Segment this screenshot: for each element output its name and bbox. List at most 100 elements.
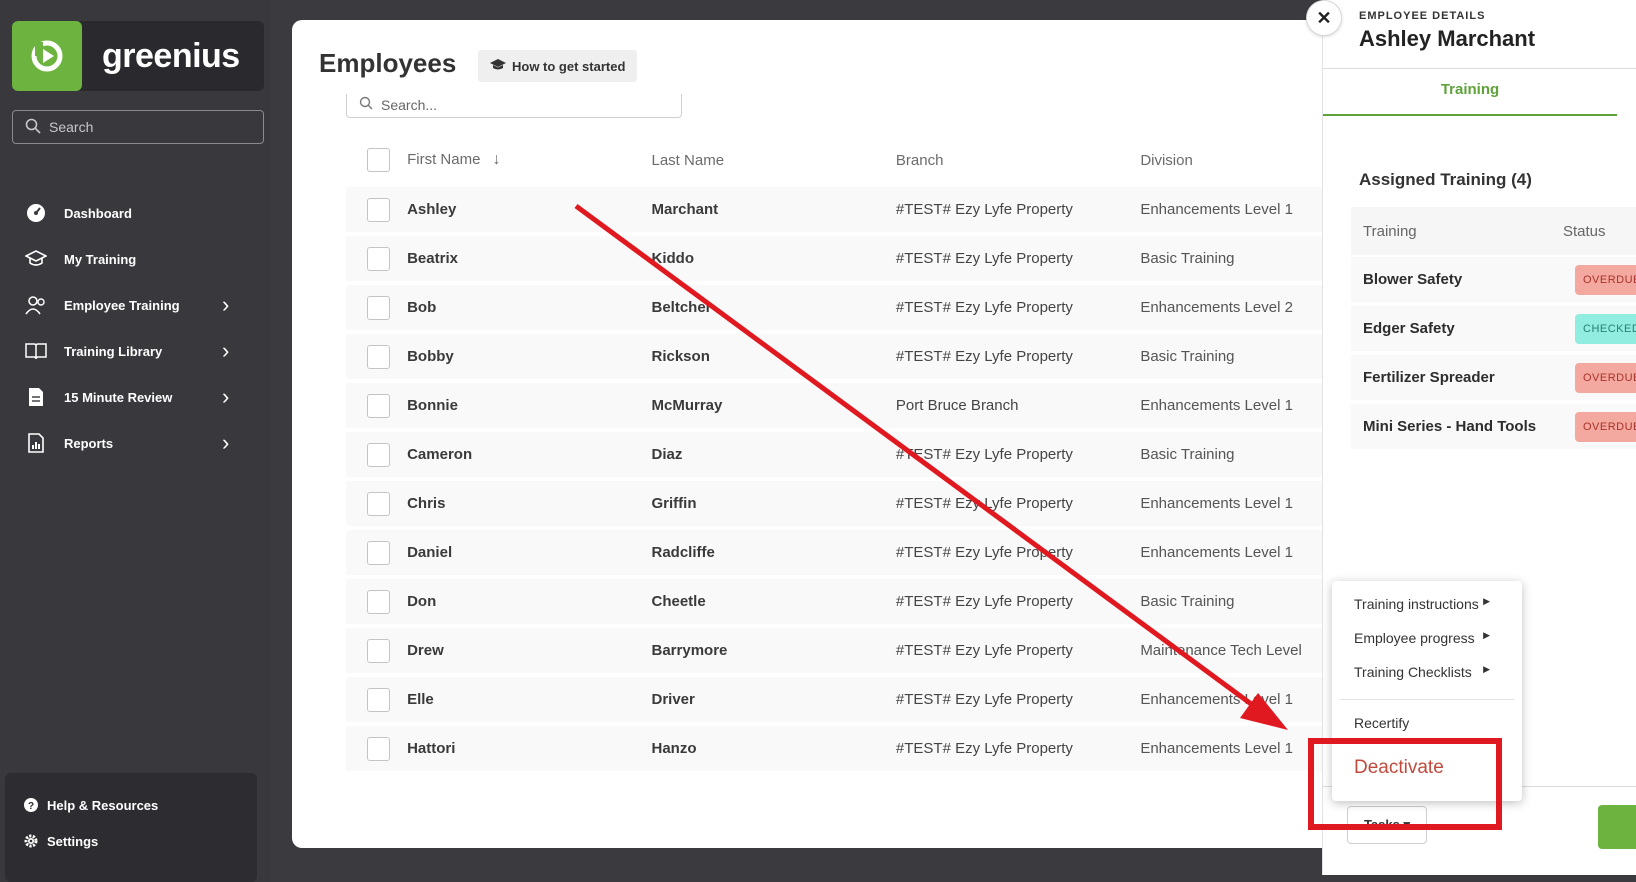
row-checkbox[interactable] — [367, 246, 391, 271]
table-row[interactable]: Ashley Marchant #TEST# Ezy Lyfe Property En… — [346, 187, 1332, 232]
menu-item-training-checklists[interactable]: Training Checklists ▶ — [1332, 655, 1522, 689]
sidebar-item-employee-training[interactable]: Employee Training › — [0, 282, 270, 328]
cell-division: Basic Training — [1140, 593, 1235, 610]
sidebar-item-15-minute-review[interactable]: 15 Minute Review › — [0, 374, 270, 420]
table-row[interactable]: Bobby Rickson #TEST# Ezy Lyfe Property Basi… — [346, 334, 1332, 379]
sidebar-item-training-library[interactable]: Training Library › — [0, 328, 270, 374]
employee-search-input[interactable]: Search... — [346, 94, 682, 118]
training-row[interactable]: Blower Safety OVERDUE — [1351, 257, 1636, 302]
how-to-get-started-label: How to get started — [512, 58, 626, 74]
cell-branch: #TEST# Ezy Lyfe Property — [895, 740, 1073, 757]
settings-link[interactable]: Settings — [5, 823, 257, 859]
table-row[interactable]: Drew Barrymore #TEST# Ezy Lyfe Property Mai… — [346, 628, 1332, 673]
select-all-checkbox[interactable] — [367, 148, 391, 172]
cell-last-name: Diaz — [651, 446, 683, 463]
menu-item-recertify[interactable]: Recertify — [1332, 706, 1522, 740]
cell-branch: #TEST# Ezy Lyfe Property — [895, 495, 1073, 512]
cell-last-name: McMurray — [651, 397, 723, 414]
column-header-training: Training — [1363, 222, 1417, 240]
logo-text: greenius — [102, 36, 240, 75]
row-checkbox[interactable] — [367, 540, 391, 565]
how-to-get-started-button[interactable]: How to get started — [478, 50, 638, 82]
caret-right-icon: ▶ — [1483, 596, 1490, 606]
sort-arrow-down-icon[interactable]: ↓ — [492, 151, 500, 168]
cell-first-name: Ashley — [407, 201, 457, 218]
row-checkbox[interactable] — [367, 638, 391, 663]
training-row[interactable]: Edger Safety CHECKED — [1351, 306, 1636, 351]
column-header-last-name[interactable]: Last Name — [652, 152, 896, 169]
cell-first-name: Chris — [407, 495, 446, 512]
table-row[interactable]: Elle Driver #TEST# Ezy Lyfe Property Enhanc… — [346, 677, 1332, 722]
close-panel-button[interactable]: ✕ — [1306, 0, 1342, 36]
logo-mark-icon — [12, 21, 82, 91]
help-resources-link[interactable]: ? Help & Resources — [5, 787, 257, 823]
cell-division: Basic Training — [1140, 446, 1235, 463]
table-row[interactable]: Bonnie McMurray Port Bruce Branch Enhanceme… — [346, 383, 1332, 428]
sidebar-item-label: Training Library — [64, 343, 163, 359]
cell-branch: #TEST# Ezy Lyfe Property — [895, 299, 1073, 316]
search-icon — [359, 96, 373, 113]
training-row[interactable]: Mini Series - Hand Tools OVERDUE — [1351, 404, 1636, 449]
cell-division: Enhancements Level 1 — [1140, 495, 1293, 512]
sidebar-item-reports[interactable]: Reports › — [0, 420, 270, 466]
table-row[interactable]: Don Cheetle #TEST# Ezy Lyfe Property Basic … — [346, 579, 1332, 624]
cell-branch: #TEST# Ezy Lyfe Property — [895, 201, 1073, 218]
row-checkbox[interactable] — [367, 197, 391, 222]
column-header-branch[interactable]: Branch — [896, 152, 1140, 169]
tab-training[interactable]: Training — [1323, 70, 1617, 116]
cell-branch: Port Bruce Branch — [895, 397, 1019, 414]
chevron-right-icon: › — [222, 292, 230, 317]
cell-division: Enhancements Level 2 — [1140, 299, 1293, 316]
chevron-right-icon: › — [222, 384, 230, 409]
menu-item-employee-progress[interactable]: Employee progress ▶ — [1332, 621, 1522, 655]
sidebar-bottom: ? Help & Resources Settings — [5, 773, 257, 882]
table-row[interactable]: Cameron Diaz #TEST# Ezy Lyfe Property Basic… — [346, 432, 1332, 477]
table-body: Ashley Marchant #TEST# Ezy Lyfe Property En… — [346, 187, 1332, 771]
divider — [1323, 68, 1636, 69]
row-checkbox[interactable] — [367, 736, 391, 761]
training-row[interactable]: Fertilizer Spreader OVERDUE — [1351, 355, 1636, 400]
primary-action-button[interactable] — [1598, 805, 1636, 849]
column-header-first-name[interactable]: First Name ↓ — [407, 151, 651, 169]
cell-first-name: Hattori — [407, 740, 456, 757]
page-title: Employees — [319, 48, 457, 78]
table-row[interactable]: Hattori Hanzo #TEST# Ezy Lyfe Property Enha… — [346, 726, 1332, 771]
row-checkbox[interactable] — [367, 687, 391, 712]
svg-text:?: ? — [28, 801, 34, 812]
sidebar: greenius Search Dashboard My Training Em… — [0, 0, 270, 882]
sidebar-item-my-training[interactable]: My Training — [0, 236, 270, 282]
sidebar-search-placeholder: Search — [49, 119, 94, 135]
table-row[interactable]: Bob Beltcher #TEST# Ezy Lyfe Property Enhan… — [346, 285, 1332, 330]
cell-first-name: Beatrix — [407, 250, 458, 267]
row-checkbox[interactable] — [367, 344, 391, 369]
table-row[interactable]: Chris Griffin #TEST# Ezy Lyfe Property Enha… — [346, 481, 1332, 526]
close-icon: ✕ — [1316, 7, 1332, 28]
sidebar-nav: Dashboard My Training Employee Training … — [0, 190, 270, 466]
cell-division: Enhancements Level 1 — [1140, 397, 1293, 414]
cell-last-name: Cheetle — [651, 593, 706, 610]
row-checkbox[interactable] — [367, 589, 391, 614]
menu-item-training-instructions[interactable]: Training instructions ▶ — [1332, 587, 1522, 621]
cell-branch: #TEST# Ezy Lyfe Property — [895, 544, 1073, 561]
cell-division: Enhancements Level 1 — [1140, 740, 1293, 757]
logo[interactable]: greenius — [12, 21, 264, 91]
cell-division: Enhancements Level 1 — [1140, 544, 1293, 561]
sidebar-search-input[interactable]: Search — [12, 110, 264, 144]
training-name: Edger Safety — [1363, 320, 1455, 337]
help-resources-label: Help & Resources — [47, 797, 159, 813]
table-row[interactable]: Beatrix Kiddo #TEST# Ezy Lyfe Property Basi… — [346, 236, 1332, 281]
sidebar-item-label: Reports — [64, 435, 114, 451]
menu-divider — [1340, 699, 1514, 700]
chevron-right-icon: › — [222, 430, 230, 455]
row-checkbox[interactable] — [367, 442, 391, 467]
row-checkbox[interactable] — [367, 295, 391, 320]
row-checkbox[interactable] — [367, 491, 391, 516]
column-header-division[interactable]: Division — [1140, 152, 1332, 169]
cell-branch: #TEST# Ezy Lyfe Property — [895, 642, 1073, 659]
column-header-label: First Name — [407, 151, 481, 168]
row-checkbox[interactable] — [367, 393, 391, 418]
document-icon — [24, 385, 48, 409]
table-row[interactable]: Daniel Radcliffe #TEST# Ezy Lyfe Property E… — [346, 530, 1332, 575]
cell-branch: #TEST# Ezy Lyfe Property — [895, 348, 1073, 365]
sidebar-item-dashboard[interactable]: Dashboard — [0, 190, 270, 236]
